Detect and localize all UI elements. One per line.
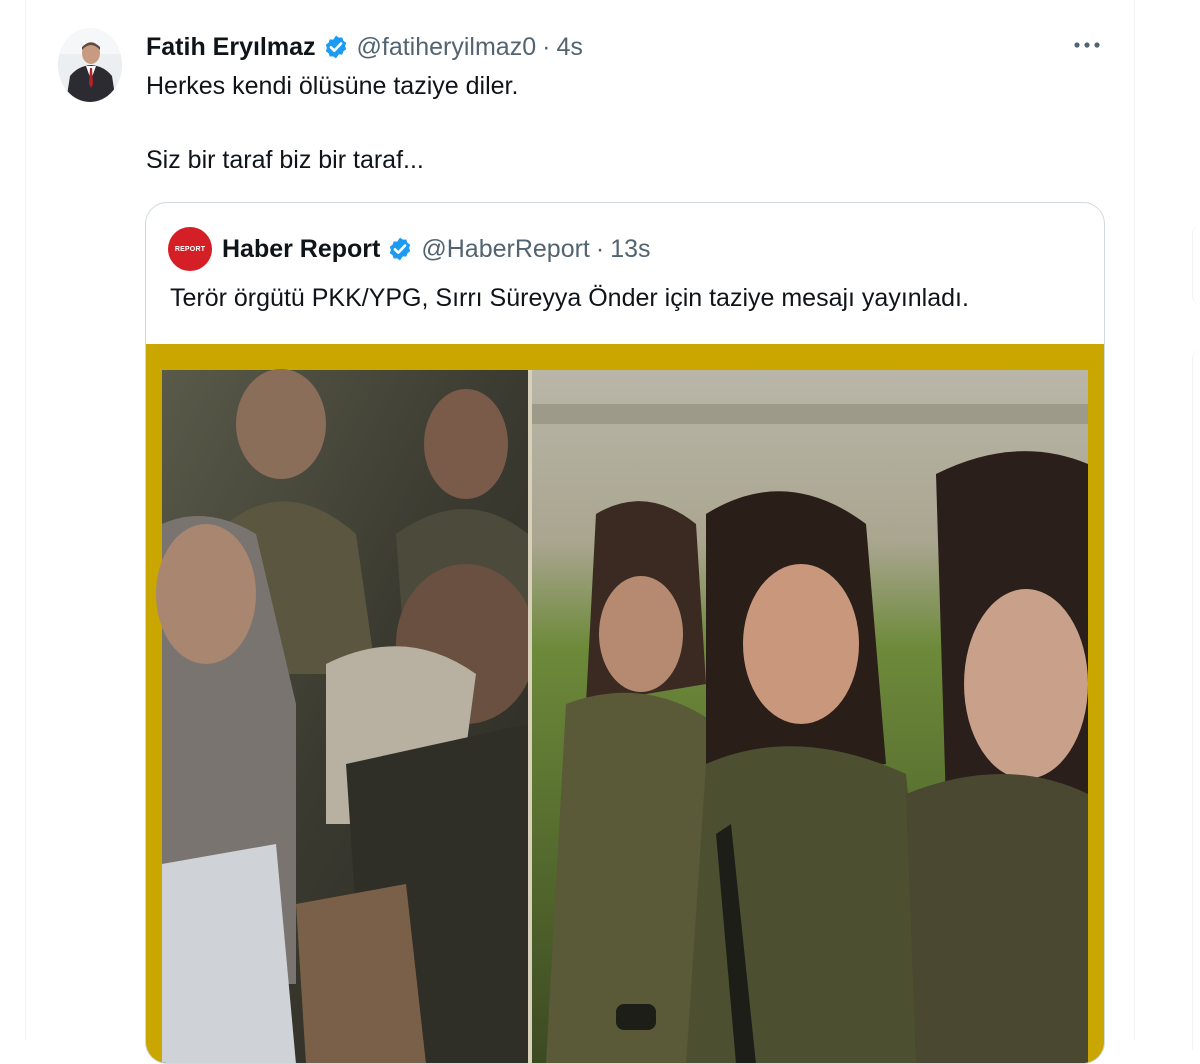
- separator-dot: ·: [542, 32, 551, 61]
- separator-dot: ·: [595, 234, 605, 263]
- quoted-tweet-text: Terör örgütü PKK/YPG, Sırrı Süreyya Önde…: [170, 284, 969, 312]
- tweet[interactable]: Fatih Eryılmaz @fatiheryilmaz0 · 4s Herk…: [26, 0, 1134, 1064]
- split-photo-collage: [146, 344, 1104, 1063]
- sidebar-card-edge: [1192, 350, 1200, 1050]
- quoted-author-avatar: REPORT: [168, 227, 212, 271]
- tweet-header: Fatih Eryılmaz @fatiheryilmaz0 · 4s: [146, 30, 583, 64]
- quoted-timestamp: 13s: [610, 234, 651, 263]
- quoted-tweet[interactable]: REPORT Haber Report @HaberReport · 13s T…: [145, 202, 1105, 1064]
- more-dots-icon[interactable]: [1072, 30, 1102, 60]
- quoted-author-name: Haber Report: [222, 234, 381, 263]
- quoted-media-image[interactable]: [146, 344, 1104, 1063]
- author-handle[interactable]: @fatiheryilmaz0: [357, 33, 537, 62]
- author-name[interactable]: Fatih Eryılmaz: [146, 33, 316, 62]
- author-avatar[interactable]: [58, 28, 122, 102]
- quoted-avatar-logo-text: REPORT: [174, 245, 206, 253]
- sidebar-card-edge: [1192, 225, 1200, 305]
- verified-icon: [323, 34, 349, 60]
- quoted-tweet-header: REPORT Haber Report @HaberReport · 13s: [168, 227, 651, 271]
- tweet-text-line: Siz bir taraf biz bir taraf...: [146, 146, 424, 174]
- tweet-timestamp[interactable]: 4s: [556, 33, 582, 62]
- author-photo: [58, 28, 122, 102]
- verified-icon: [387, 236, 413, 262]
- tweet-text-line: Herkes kendi ölüsüne taziye diler.: [146, 72, 519, 100]
- timeline-right-border: [1134, 0, 1135, 1040]
- quoted-author-handle: @HaberReport: [421, 234, 590, 263]
